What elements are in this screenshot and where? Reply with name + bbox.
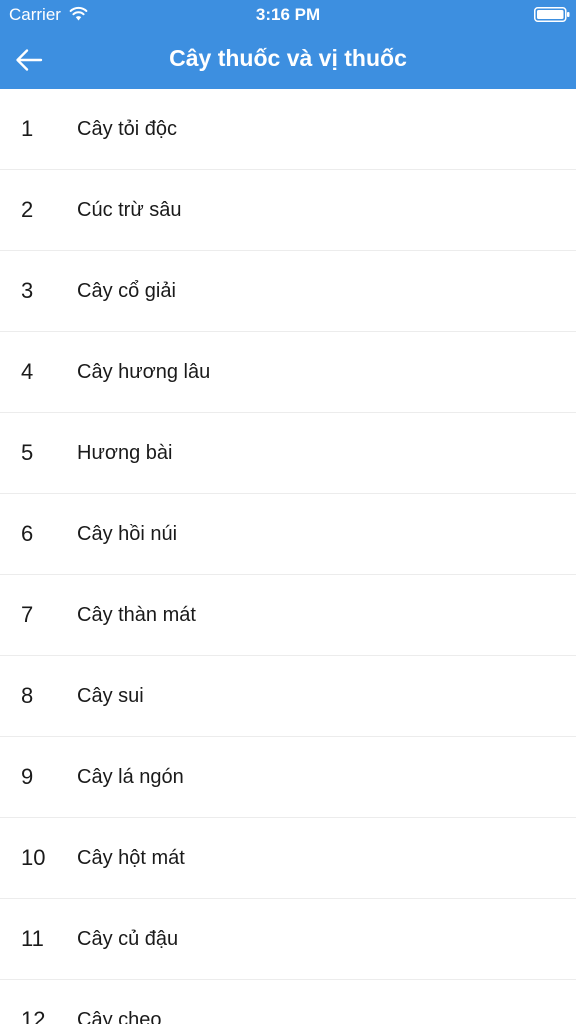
list-item[interactable]: 2 Cúc trừ sâu [0,170,576,251]
item-label: Cây lá ngón [77,766,184,788]
item-number: 9 [21,764,34,789]
list-item[interactable]: 12 Cây cheo [0,980,576,1024]
item-label: Cây cổ giải [77,280,176,302]
item-number: 5 [21,440,34,465]
item-number: 1 [21,116,34,141]
list-item[interactable]: 3 Cây cổ giải [0,251,576,332]
list-item[interactable]: 10 Cây hột mát [0,818,576,899]
status-time: 3:16 PM [255,5,321,24]
header: Carrier 3:16 PM Cây thuốc và vị thuốc [0,0,576,89]
item-number: 4 [21,359,34,384]
battery-icon [534,7,570,22]
item-label: Cây sui [77,685,144,707]
list-item[interactable]: 4 Cây hương lâu [0,332,576,413]
page-title: Cây thuốc và vị thuốc [169,45,407,71]
list-item[interactable]: 5 Hương bài [0,413,576,494]
item-label: Hương bài [77,442,173,464]
item-number: 6 [21,521,34,546]
item-label: Cây tỏi độc [77,118,178,140]
list-item[interactable]: 9 Cây lá ngón [0,737,576,818]
item-label: Cây hồi núi [77,523,178,545]
list-item[interactable]: 11 Cây củ đậu [0,899,576,980]
item-number: 3 [21,278,34,303]
item-label: Cây hương lâu [77,361,211,383]
item-number: 8 [21,683,34,708]
list-item[interactable]: 7 Cây thàn mát [0,575,576,656]
list-item[interactable]: 6 Cây hồi núi [0,494,576,575]
item-number: 12 [21,1007,46,1024]
list-item[interactable]: 1 Cây tỏi độc [0,89,576,170]
item-number: 11 [21,926,44,951]
item-number: 7 [21,602,34,627]
item-label: Cúc trừ sâu [77,199,182,221]
plant-list: 1 Cây tỏi độc 2 Cúc trừ sâu 3 Cây cổ giả… [0,89,576,1024]
list-item[interactable]: 8 Cây sui [0,656,576,737]
item-number: 2 [21,197,34,222]
item-label: Cây hột mát [77,847,185,869]
status-bar: Carrier 3:16 PM [0,0,576,30]
item-label: Cây cheo [77,1009,162,1024]
item-number: 10 [21,845,46,870]
app-screen: Carrier 3:16 PM Cây thuốc và vị thuốc 1 … [0,0,576,1024]
item-label: Cây thàn mát [77,604,196,626]
item-label: Cây củ đậu [77,928,179,950]
nav-bar: Cây thuốc và vị thuốc [0,30,576,89]
